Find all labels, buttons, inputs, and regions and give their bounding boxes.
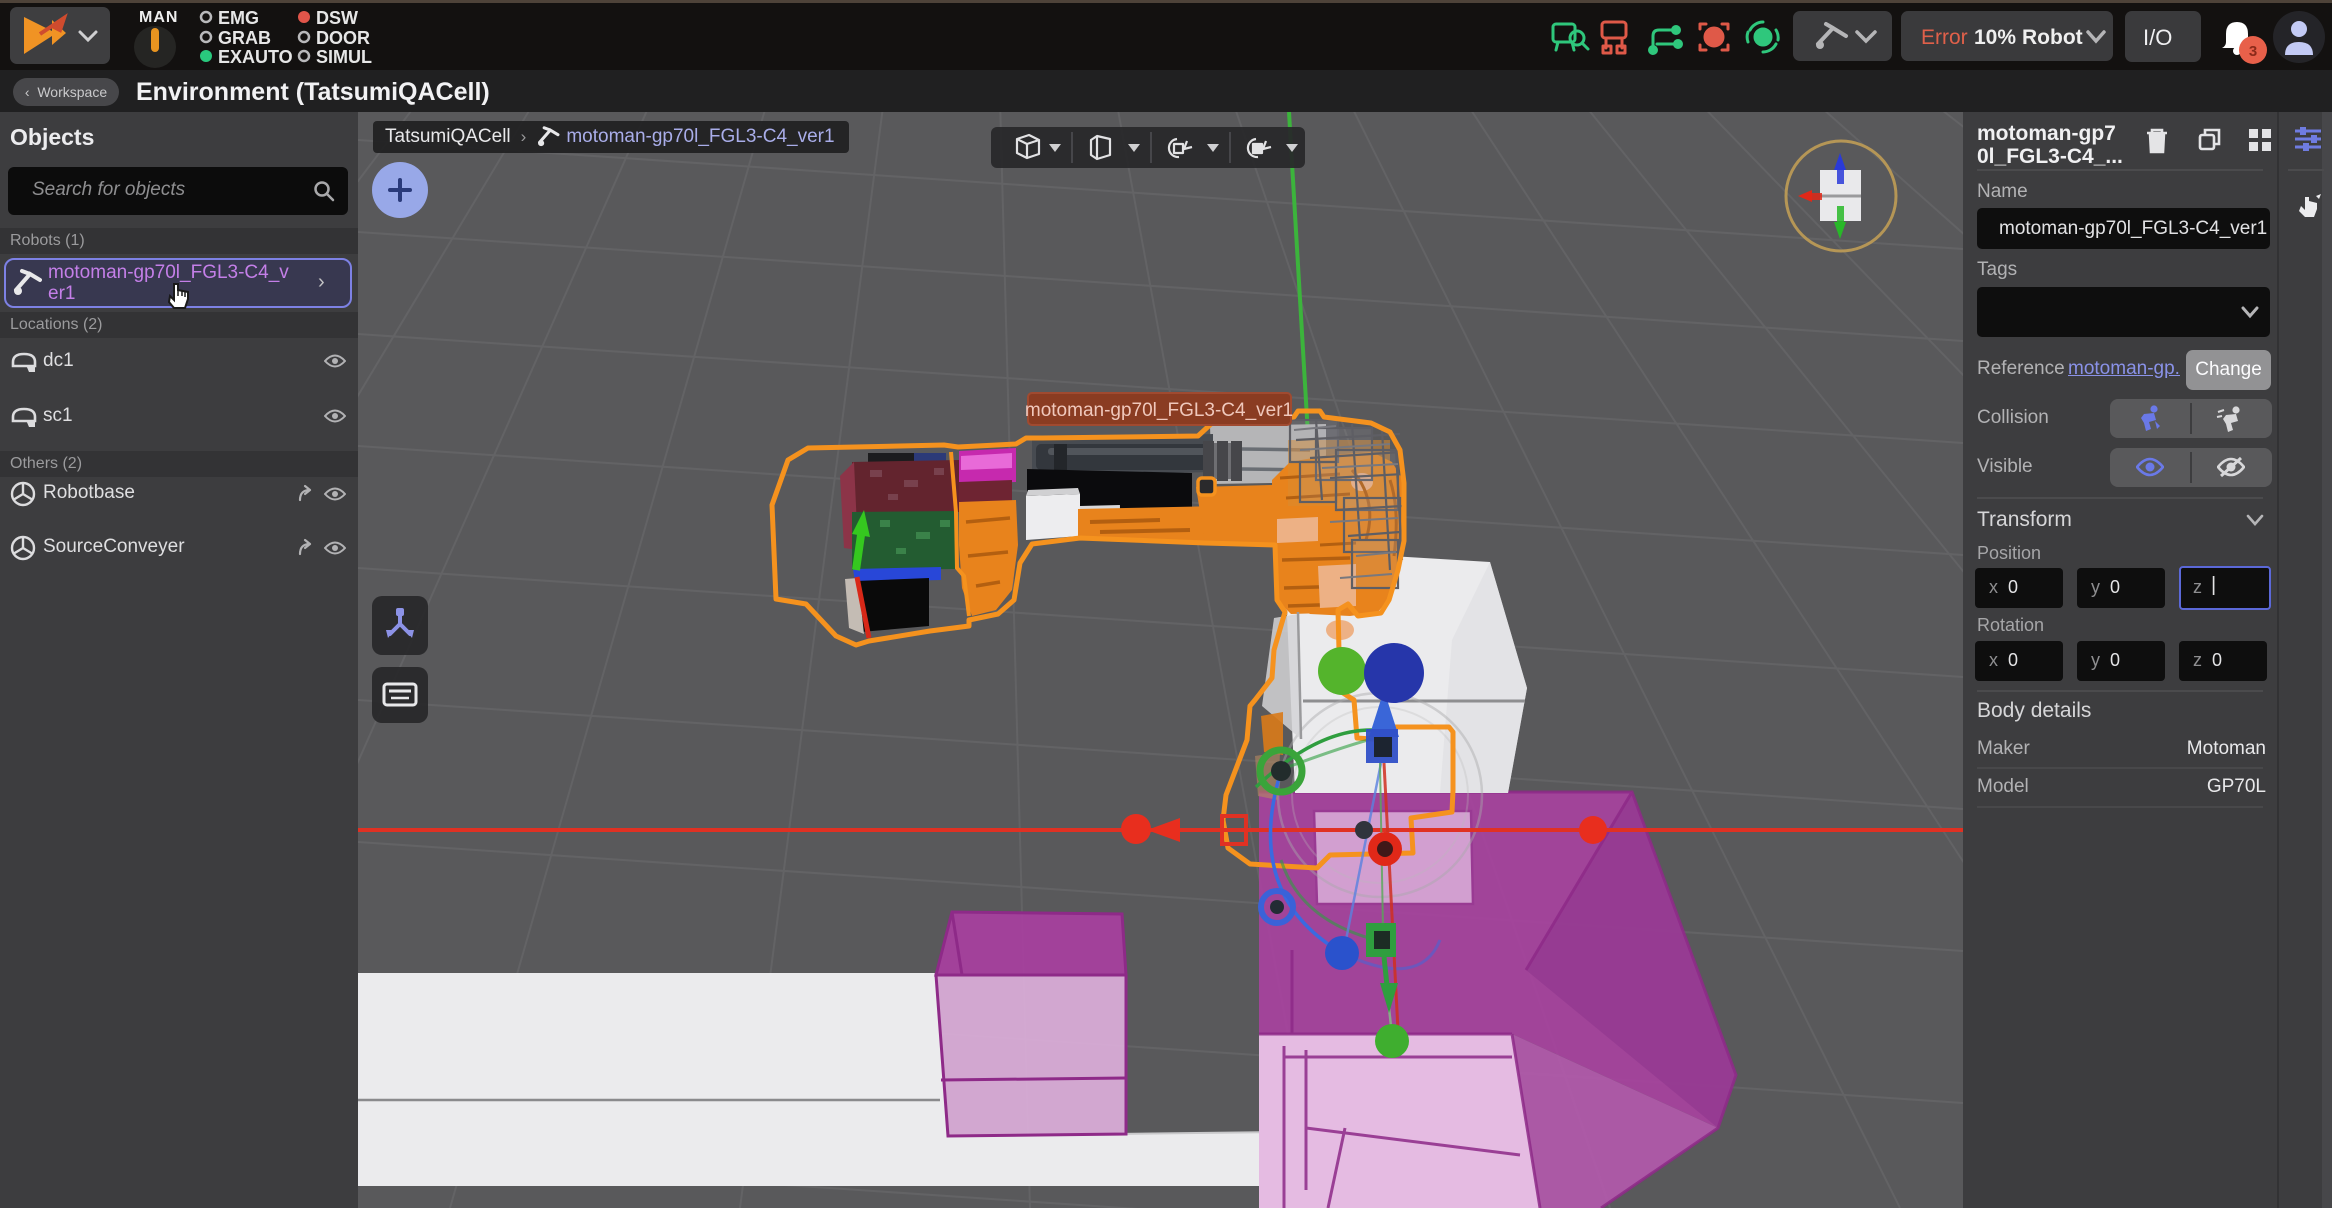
- svg-text:10%: 10%: [1974, 26, 2016, 49]
- svg-text:MAN: MAN: [139, 9, 178, 26]
- svg-text:SIMUL: SIMUL: [316, 47, 372, 67]
- svg-text:motoman-gp70l_FGL3-C4_ver1: motoman-gp70l_FGL3-C4_ver1: [1025, 400, 1293, 421]
- svg-text:Robot: Robot: [2022, 26, 2083, 49]
- svg-text:EXAUTO: EXAUTO: [218, 47, 293, 67]
- svg-text:3: 3: [2249, 43, 2257, 60]
- svg-text:I/O: I/O: [2143, 25, 2172, 50]
- svg-text:GRAB: GRAB: [218, 28, 271, 48]
- svg-text:DOOR: DOOR: [316, 28, 370, 48]
- svg-text:Error: Error: [1921, 26, 1968, 49]
- svg-text:DSW: DSW: [316, 8, 358, 28]
- svg-text:EMG: EMG: [218, 8, 259, 28]
